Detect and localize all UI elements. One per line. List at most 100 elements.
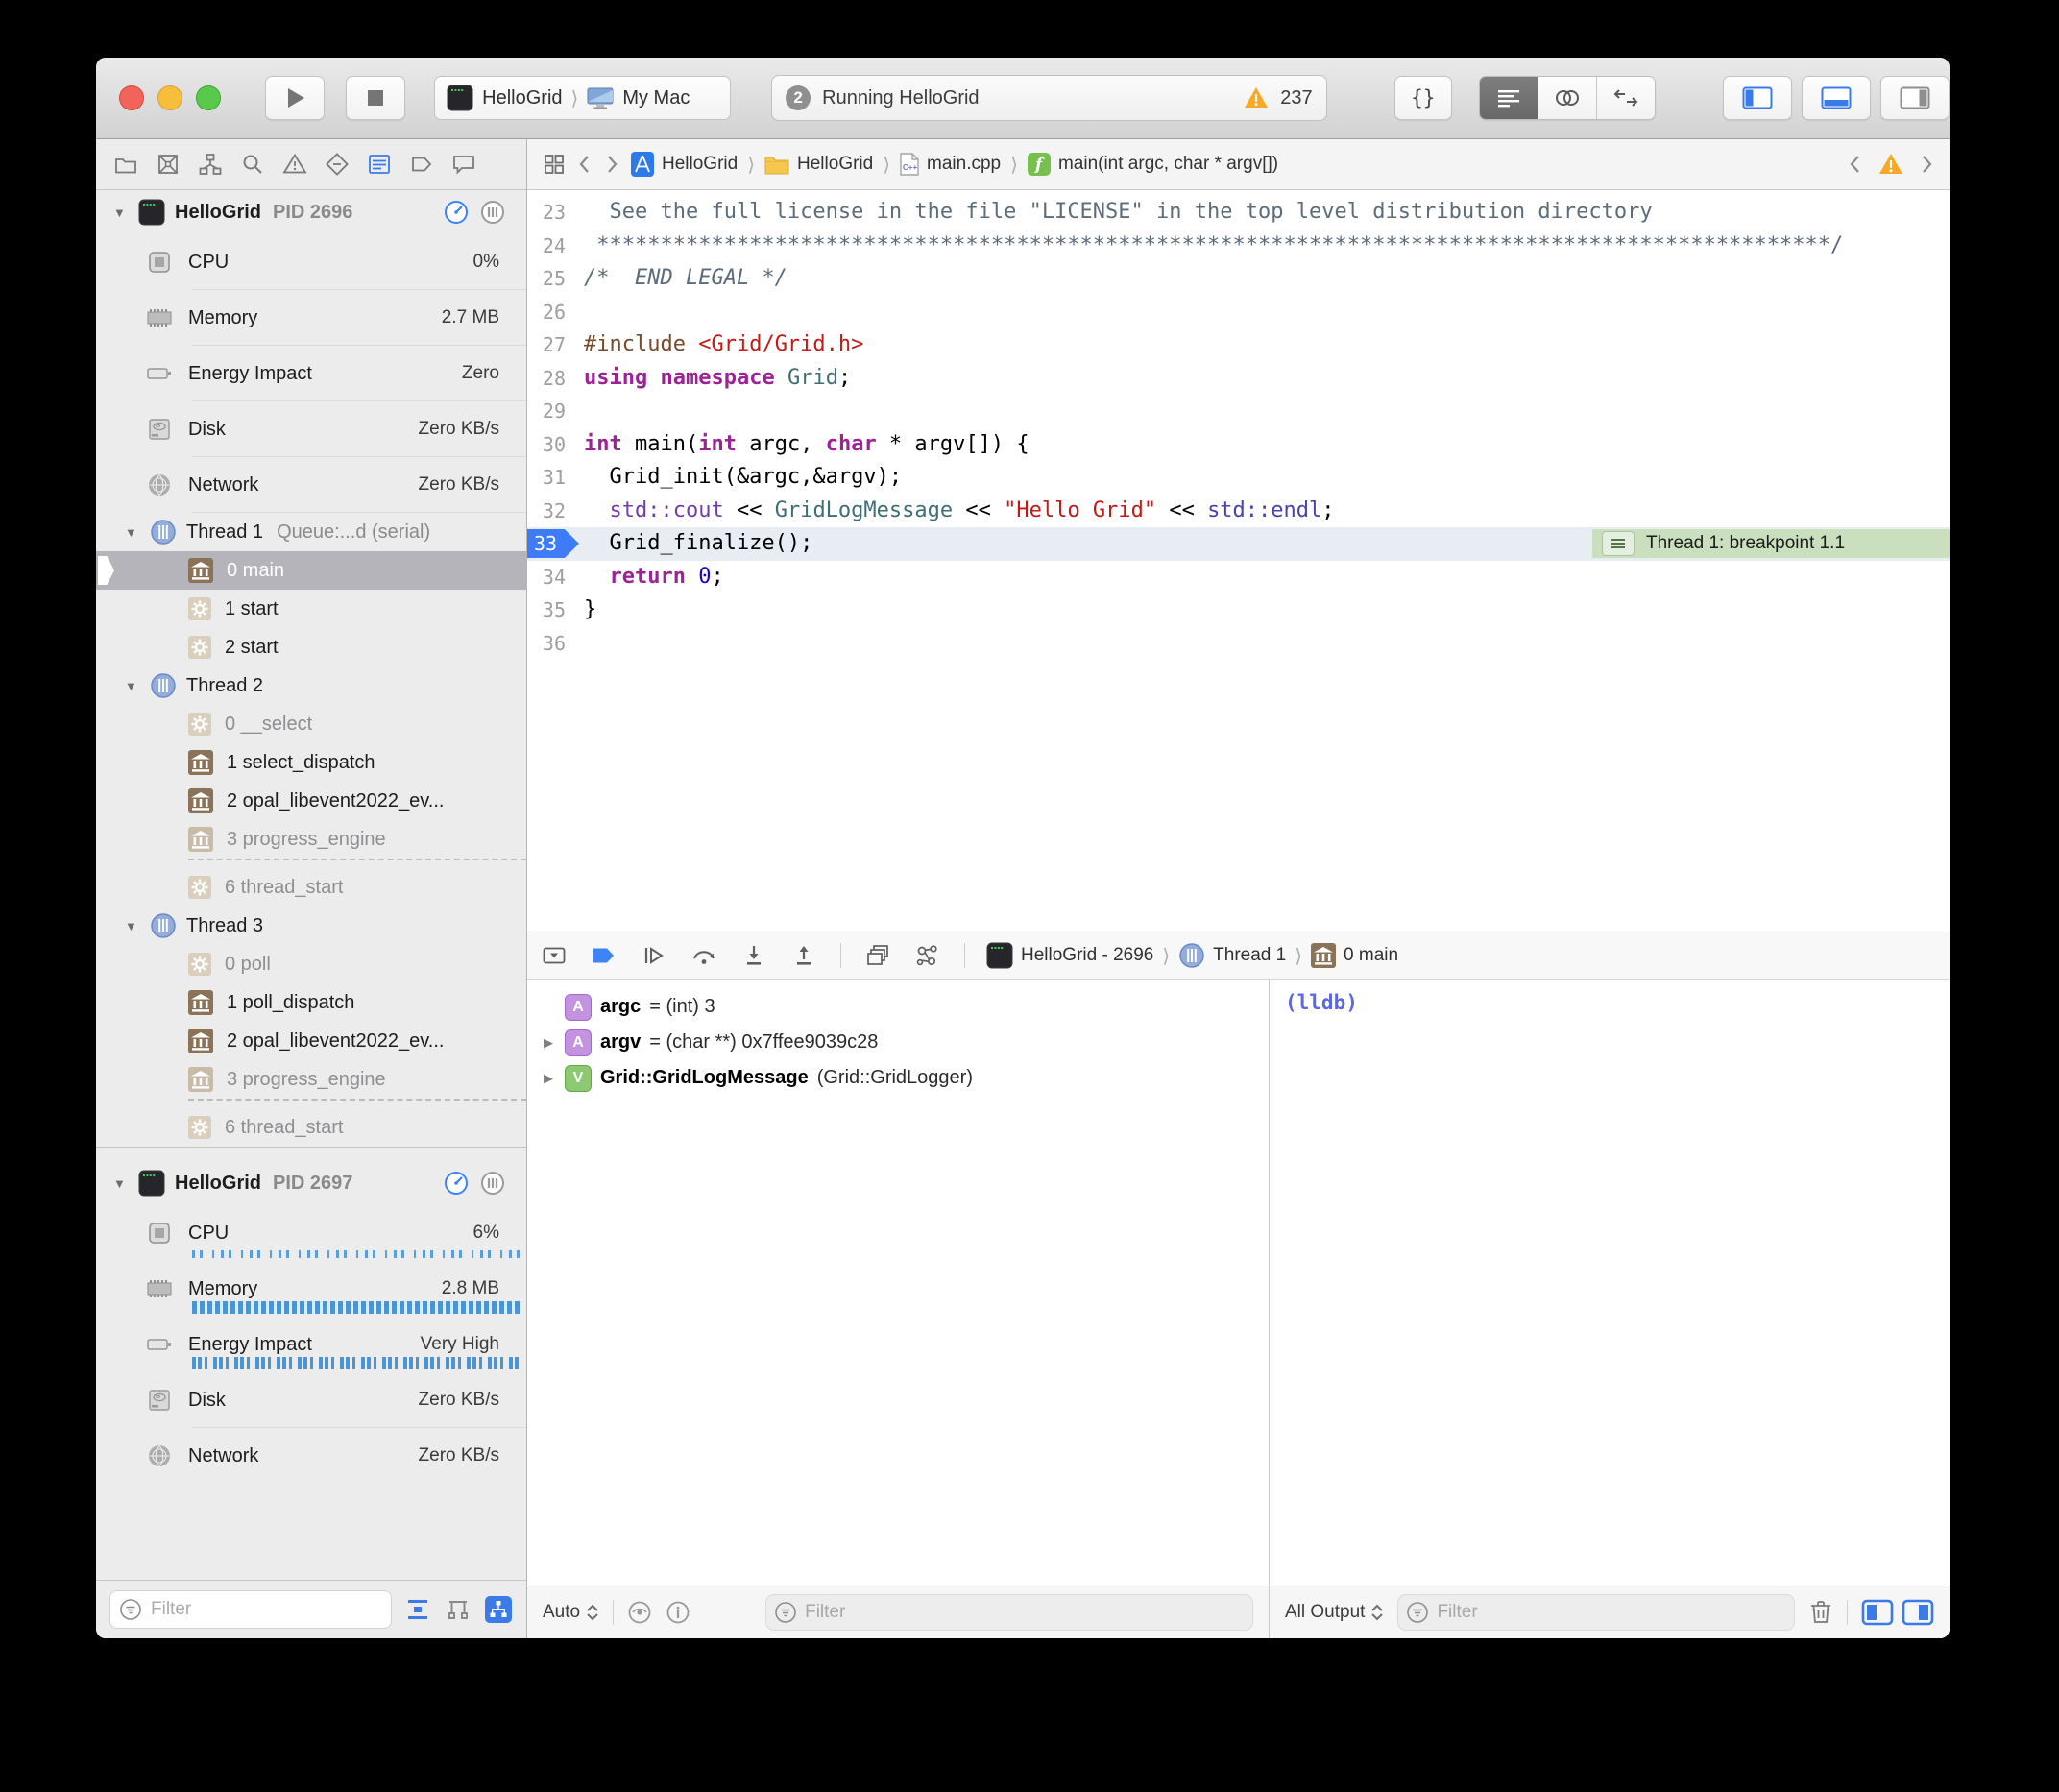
version-editor-button[interactable] [1597, 77, 1655, 119]
debug-breadcrumb-item[interactable]: HelloGrid - 2696 [986, 942, 1153, 969]
line-number[interactable]: 25 [527, 262, 566, 296]
process-row[interactable]: ▼HelloGridPID 2697 [96, 1161, 526, 1205]
debug-breadcrumb-item[interactable]: Thread 1 [1178, 942, 1286, 969]
navtab-symbols[interactable] [196, 150, 225, 179]
thread-row[interactable]: ▼Thread 2 [96, 666, 526, 705]
jumpbar-item[interactable]: HelloGrid [631, 152, 738, 177]
toggle-debug-area-button[interactable] [1802, 76, 1871, 120]
stack-frames-view-button[interactable] [444, 1595, 472, 1624]
line-number[interactable]: 31 [527, 461, 566, 495]
code-snippets-button[interactable]: {} [1394, 76, 1452, 120]
activity-viewer[interactable]: 2 Running HelloGrid 237 [771, 75, 1327, 121]
navtab-search[interactable] [238, 150, 267, 179]
step-into-button[interactable] [740, 942, 767, 969]
breakpoint-badge[interactable]: 33 [527, 529, 579, 558]
variable-row[interactable]: Aargc = (int) 3 [527, 989, 1269, 1025]
disclosure-triangle[interactable]: ▼ [113, 206, 129, 220]
close-window-button[interactable] [119, 85, 144, 110]
back-button[interactable] [577, 153, 593, 176]
variables-filter-field[interactable]: Filter [765, 1594, 1253, 1631]
scheme-selector[interactable]: HelloGrid ⟩ My Mac [434, 76, 731, 120]
line-number[interactable]: 23 [527, 196, 566, 230]
stack-frame-row[interactable]: 2 opal_libevent2022_ev... [96, 1022, 526, 1060]
print-description-button[interactable] [666, 1600, 690, 1625]
resource-row-memory[interactable]: Memory2.8 MB [96, 1261, 526, 1317]
annotation-menu-button[interactable] [1602, 531, 1635, 556]
run-button[interactable] [265, 76, 325, 120]
memory-graph-button[interactable] [914, 942, 941, 969]
stack-frame-row[interactable]: 0 poll [96, 945, 526, 983]
previous-issue-button[interactable] [1848, 153, 1863, 176]
related-items-icon[interactable] [543, 153, 566, 176]
variable-row[interactable]: ▶VGrid::GridLogMessage (Grid::GridLogger… [527, 1060, 1269, 1096]
disclosure-triangle[interactable]: ▶ [541, 1035, 556, 1051]
toggle-navigator-button[interactable] [1723, 76, 1792, 120]
disclosure-triangle[interactable]: ▼ [125, 919, 140, 933]
resource-row-network[interactable]: NetworkZero KB/s [96, 457, 526, 513]
line-number[interactable]: 29 [527, 395, 566, 428]
line-number[interactable]: 32 [527, 495, 566, 528]
variables-scope-dropdown[interactable]: Auto [543, 1602, 599, 1623]
console-output[interactable]: (lldb) [1270, 980, 1950, 1586]
line-number[interactable]: 36 [527, 627, 566, 661]
step-over-button[interactable] [690, 942, 717, 969]
show-variables-view-button[interactable] [1861, 1599, 1894, 1626]
stack-frame-row[interactable]: 6 thread_start [96, 868, 526, 907]
issue-warning-icon[interactable] [1878, 153, 1903, 176]
resource-row-energy-impact[interactable]: Energy ImpactZero [96, 346, 526, 401]
navtab-breakpoints[interactable] [407, 150, 436, 179]
disclosure-triangle[interactable]: ▼ [125, 525, 140, 540]
performance-gauge-button[interactable] [444, 1171, 469, 1196]
resource-row-disk[interactable]: DiskZero KB/s [96, 1372, 526, 1428]
forward-button[interactable] [604, 153, 619, 176]
breakpoints-toggle-button[interactable] [591, 942, 618, 969]
resource-row-energy-impact[interactable]: Energy ImpactVery High [96, 1317, 526, 1372]
performance-gauge-button[interactable] [444, 200, 469, 225]
line-number[interactable]: 26 [527, 296, 566, 329]
resource-row-network[interactable]: NetworkZero KB/s [96, 1428, 526, 1484]
thread-row[interactable]: ▼Thread 1Queue:...d (serial) [96, 513, 526, 551]
navtab-tests[interactable] [323, 150, 351, 179]
line-number[interactable]: 35 [527, 593, 566, 627]
pause-process-button[interactable] [480, 1171, 505, 1196]
navtab-issues[interactable] [280, 150, 309, 179]
stack-frame-row[interactable]: 3 progress_engine [96, 1060, 526, 1099]
navtab-debug[interactable] [365, 150, 394, 179]
breakpoint-annotation[interactable]: Thread 1: breakpoint 1.1 [1592, 529, 1950, 558]
debug-view-hierarchy-button[interactable] [864, 942, 891, 969]
process-view-button[interactable] [484, 1595, 513, 1624]
stack-frame-row[interactable]: 1 start [96, 590, 526, 628]
zoom-window-button[interactable] [196, 85, 221, 110]
line-number[interactable]: 27 [527, 328, 566, 362]
next-issue-button[interactable] [1919, 153, 1934, 176]
jumpbar-item[interactable]: fmain(int argc, char * argv[]) [1028, 153, 1278, 176]
pause-process-button[interactable] [480, 200, 505, 225]
console-output-dropdown[interactable]: All Output [1285, 1602, 1384, 1623]
process-row[interactable]: ▼HelloGridPID 2696 [96, 190, 526, 234]
debug-breadcrumb-item[interactable]: 0 main [1311, 943, 1398, 968]
navtab-reports[interactable] [449, 150, 478, 179]
step-out-button[interactable] [790, 942, 817, 969]
console-filter-field[interactable]: Filter [1397, 1594, 1795, 1631]
resource-row-cpu[interactable]: CPU6% [96, 1205, 526, 1261]
stack-frame-row[interactable]: 3 progress_engine [96, 820, 526, 859]
stack-frame-row[interactable]: 1 select_dispatch [96, 743, 526, 782]
assistant-editor-button[interactable] [1538, 77, 1597, 119]
resource-row-cpu[interactable]: CPU0% [96, 234, 526, 290]
disclosure-triangle[interactable]: ▼ [113, 1176, 129, 1191]
source-editor[interactable]: 23 See the full license in the file "LIC… [527, 190, 1950, 932]
line-number[interactable]: 24 [527, 230, 566, 263]
disclosure-triangle[interactable]: ▶ [541, 1071, 556, 1086]
resource-row-disk[interactable]: DiskZero KB/s [96, 401, 526, 457]
stop-button[interactable] [346, 76, 405, 120]
stack-frame-row[interactable]: 2 start [96, 628, 526, 666]
navtab-project[interactable] [111, 150, 140, 179]
line-number[interactable]: 30 [527, 428, 566, 462]
toggle-debug-area-button[interactable] [541, 942, 568, 969]
disclosure-triangle[interactable]: ▼ [125, 679, 140, 693]
navtab-sourcectl[interactable] [154, 150, 182, 179]
stack-frame-row[interactable]: 6 thread_start [96, 1108, 526, 1147]
navigator-filter-field[interactable]: Filter [109, 1590, 392, 1629]
flat-view-button[interactable] [403, 1595, 432, 1624]
continue-button[interactable] [641, 942, 667, 969]
